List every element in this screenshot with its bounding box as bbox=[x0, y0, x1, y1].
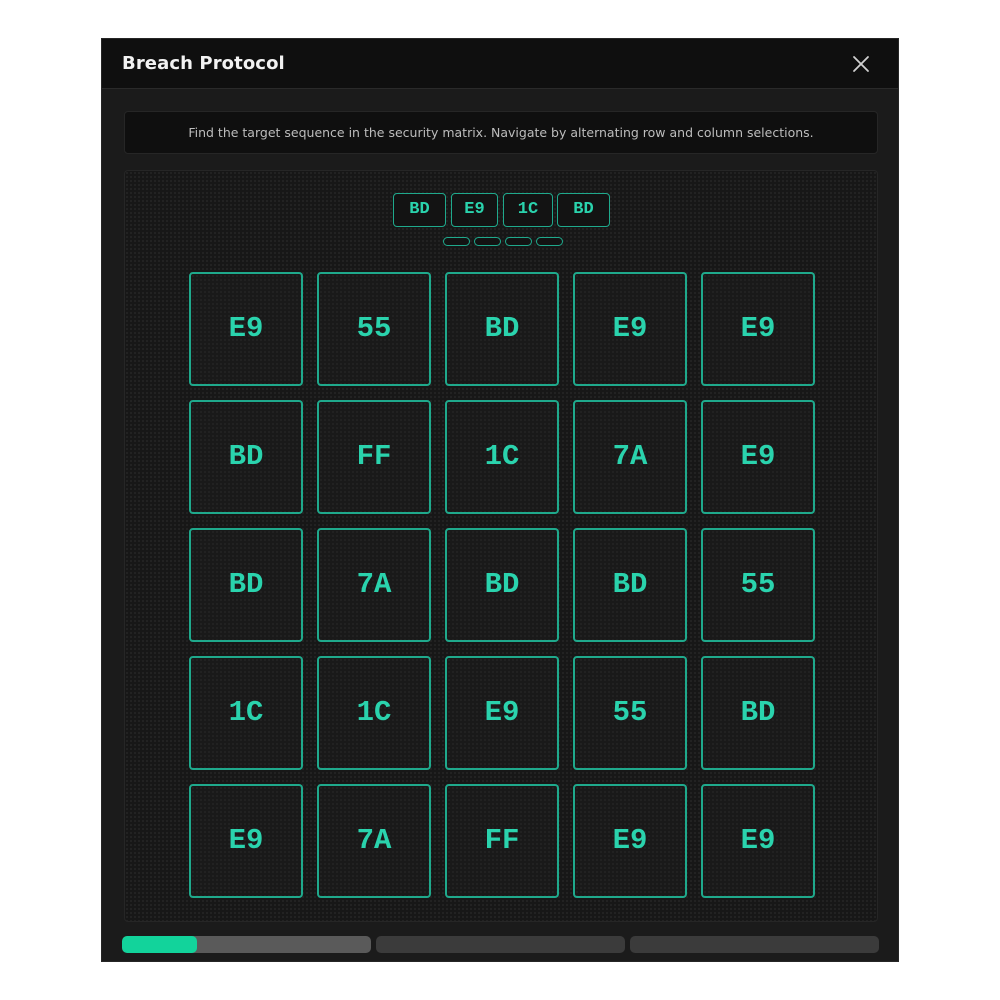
sequence-slot-indicator bbox=[536, 237, 563, 246]
matrix-cell[interactable]: 55 bbox=[573, 656, 687, 770]
matrix-cell[interactable]: FF bbox=[317, 400, 431, 514]
matrix-cell[interactable]: 1C bbox=[317, 656, 431, 770]
sequence-slot-indicator bbox=[443, 237, 470, 246]
sequence-slot-indicator bbox=[505, 237, 532, 246]
matrix-cell[interactable]: BD bbox=[189, 528, 303, 642]
matrix-cell[interactable]: E9 bbox=[701, 272, 815, 386]
matrix-cell[interactable]: FF bbox=[445, 784, 559, 898]
matrix-cell[interactable]: BD bbox=[573, 528, 687, 642]
breach-protocol-window: Breach Protocol Find the target sequence… bbox=[101, 38, 899, 962]
target-sequence-cell: BD bbox=[393, 193, 446, 227]
window-title: Breach Protocol bbox=[122, 53, 285, 74]
matrix-cell[interactable]: 55 bbox=[317, 272, 431, 386]
matrix-cell[interactable]: BD bbox=[445, 528, 559, 642]
matrix-cell[interactable]: E9 bbox=[573, 784, 687, 898]
matrix-cell[interactable]: 7A bbox=[573, 400, 687, 514]
matrix-cell[interactable]: BD bbox=[445, 272, 559, 386]
sequence-slot-indicator bbox=[474, 237, 501, 246]
matrix-cell[interactable]: E9 bbox=[701, 784, 815, 898]
progress-fill bbox=[122, 936, 197, 953]
progress-segment bbox=[630, 936, 879, 953]
matrix-cell[interactable]: E9 bbox=[189, 272, 303, 386]
matrix-cell[interactable]: BD bbox=[701, 656, 815, 770]
title-bar: Breach Protocol bbox=[102, 39, 898, 89]
matrix-cell[interactable]: E9 bbox=[701, 400, 815, 514]
target-sequence: BD E9 1C BD bbox=[125, 193, 877, 229]
close-icon[interactable] bbox=[850, 53, 872, 75]
matrix-cell[interactable]: E9 bbox=[189, 784, 303, 898]
matrix-cell[interactable]: 55 bbox=[701, 528, 815, 642]
target-sequence-cell: BD bbox=[557, 193, 610, 227]
instructions-text: Find the target sequence in the security… bbox=[124, 111, 878, 154]
matrix-cell[interactable]: BD bbox=[189, 400, 303, 514]
matrix-cell[interactable]: 7A bbox=[317, 528, 431, 642]
target-sequence-cell: E9 bbox=[451, 193, 498, 227]
progress-segment bbox=[122, 936, 371, 953]
matrix-cell[interactable]: E9 bbox=[573, 272, 687, 386]
matrix-cell[interactable]: 1C bbox=[189, 656, 303, 770]
progress-segment bbox=[376, 936, 625, 953]
close-icon-svg bbox=[853, 56, 869, 72]
target-sequence-cell: 1C bbox=[503, 193, 553, 227]
puzzle-board: BD E9 1C BD E9 55 BD E9 E9 BD FF 1C 7A E… bbox=[124, 170, 878, 922]
matrix-cell[interactable]: 7A bbox=[317, 784, 431, 898]
matrix-cell[interactable]: 1C bbox=[445, 400, 559, 514]
matrix-cell[interactable]: E9 bbox=[445, 656, 559, 770]
